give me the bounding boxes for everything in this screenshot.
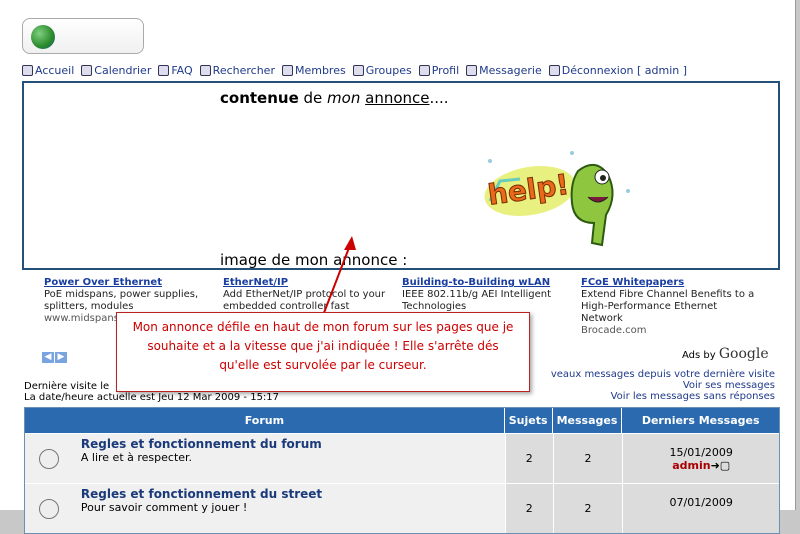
forum-page: Accueil Calendrier FAQ Rechercher Membre… xyxy=(0,0,796,534)
callout-arrow xyxy=(321,236,356,319)
annotation-callout: Mon annonce défile en haut de mon forum … xyxy=(116,312,530,392)
